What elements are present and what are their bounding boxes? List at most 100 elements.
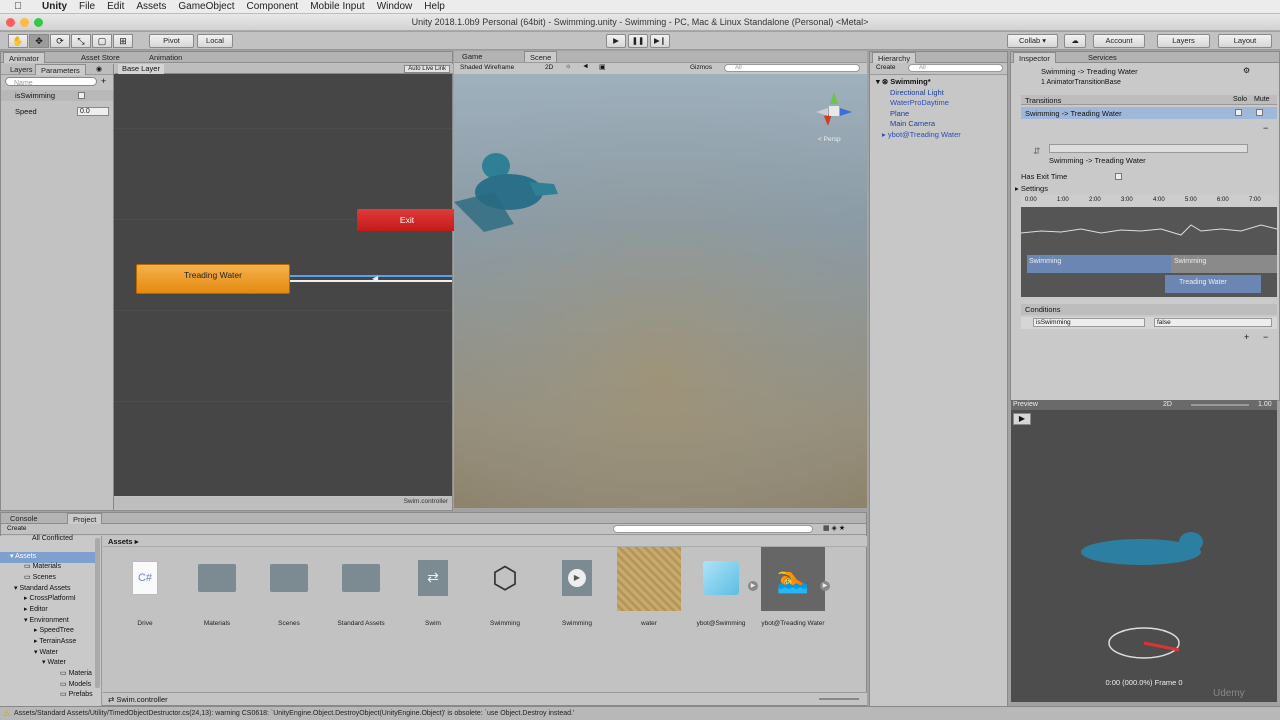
scene-view[interactable]: < Persp: [454, 74, 867, 508]
menu-assets[interactable]: Assets: [130, 1, 172, 12]
tab-scene[interactable]: Scene: [524, 51, 558, 62]
zoom-window-icon[interactable]: [34, 18, 43, 27]
asset-water-texture[interactable]: water: [616, 547, 682, 627]
settings-gear-icon[interactable]: ⚙: [1243, 66, 1250, 75]
remove-condition-button[interactable]: −: [1263, 332, 1268, 342]
subtab-layers[interactable]: Layers: [5, 64, 38, 75]
tab-console[interactable]: Console: [5, 513, 43, 524]
pause-button[interactable]: ❚❚: [628, 34, 648, 48]
tree-speedtree[interactable]: ▸ SpeedTree: [34, 626, 74, 637]
remove-transition-button[interactable]: −: [1263, 123, 1268, 133]
hierarchy-item-waterprodaytime[interactable]: WaterProDaytime: [870, 97, 949, 108]
move-tool-icon[interactable]: ✥: [29, 34, 49, 48]
gizmos-dropdown[interactable]: Gizmos: [690, 64, 712, 71]
parameter-search-input[interactable]: Name: [5, 77, 97, 87]
treading-water-clip-bar[interactable]: Treading Water: [1165, 275, 1261, 293]
asset-ybot-swimming[interactable]: ybot@Swimming: [688, 553, 754, 627]
apple-icon[interactable]: : [0, 1, 36, 12]
transition-list-row[interactable]: Swimming -> Treading Water: [1021, 107, 1277, 119]
menu-help[interactable]: Help: [418, 1, 451, 12]
base-layer-breadcrumb[interactable]: Base Layer: [118, 64, 164, 74]
minimize-window-icon[interactable]: [20, 18, 29, 27]
tab-game[interactable]: Game: [457, 51, 487, 62]
animator-graph-canvas[interactable]: Exit Treading Water ◀: [114, 74, 457, 496]
tab-animator[interactable]: Animator: [3, 52, 46, 63]
tree-water[interactable]: ▾ Water: [34, 648, 58, 659]
condition-value-dropdown[interactable]: false: [1154, 318, 1272, 327]
asset-swimming-clip[interactable]: ▶ Swimming: [544, 553, 610, 627]
subtab-parameters[interactable]: Parameters: [35, 64, 86, 75]
tree-standard-assets[interactable]: ▾ Standard Assets: [14, 584, 70, 595]
menu-gameobject[interactable]: GameObject: [172, 1, 240, 12]
add-condition-button[interactable]: +: [1244, 332, 1249, 342]
tree-editor[interactable]: ▸ Editor: [24, 605, 48, 616]
rotate-tool-icon[interactable]: ⟳: [50, 34, 70, 48]
asset-materials-folder[interactable]: Materials: [184, 553, 250, 627]
tree-water-prefabs[interactable]: ▭ Prefabs: [60, 690, 93, 701]
transform-tool-icon[interactable]: ⊞: [113, 34, 133, 48]
treading-water-state-node[interactable]: Treading Water: [136, 264, 290, 294]
eye-icon[interactable]: ◉: [96, 65, 102, 73]
preview-speed-slider[interactable]: [1191, 404, 1249, 406]
expand-asset-icon[interactable]: ▶: [748, 581, 758, 591]
transition-arrow[interactable]: [290, 280, 452, 282]
console-status-bar[interactable]: ⚠ Assets/Standard Assets/Utility/TimedOb…: [0, 706, 1280, 720]
hand-tool-icon[interactable]: ✋: [8, 34, 28, 48]
transition-arrow-selected[interactable]: [290, 275, 452, 277]
project-search-input[interactable]: [613, 525, 813, 533]
asset-scenes-folder[interactable]: Scenes: [256, 553, 322, 627]
cloud-icon[interactable]: ☁: [1064, 34, 1086, 48]
asset-standard-assets-folder[interactable]: Standard Assets: [328, 553, 394, 627]
pivot-button[interactable]: Pivot: [149, 34, 194, 48]
menu-file[interactable]: File: [73, 1, 101, 12]
scene-root-swimming[interactable]: ▾ ⊗ Swimming*: [870, 76, 1007, 87]
account-dropdown[interactable]: Account: [1093, 34, 1145, 48]
condition-parameter-dropdown[interactable]: isSwimming: [1033, 318, 1145, 327]
tree-crossplatform[interactable]: ▸ CrossPlatformI: [24, 594, 76, 605]
step-button[interactable]: ▶❙: [650, 34, 670, 48]
scale-tool-icon[interactable]: ⤡: [71, 34, 91, 48]
scene-orientation-gizmo[interactable]: [814, 90, 854, 130]
param-row-isswimming[interactable]: isSwimming: [1, 90, 113, 101]
add-parameter-button[interactable]: +: [101, 76, 106, 86]
param-row-speed[interactable]: Speed 0.0: [1, 106, 113, 117]
effects-icon[interactable]: ▣: [599, 63, 606, 71]
preview-2d-toggle[interactable]: 2D: [1163, 401, 1172, 408]
hierarchy-search-input[interactable]: All: [908, 64, 1003, 72]
speed-value-field[interactable]: 0.0: [77, 107, 109, 116]
tree-materials[interactable]: ▭ Materials: [24, 562, 61, 573]
tree-environment[interactable]: ▾ Environment: [24, 616, 69, 627]
tree-water-materials[interactable]: ▭ Materia: [60, 669, 92, 680]
local-button[interactable]: Local: [197, 34, 233, 48]
shading-mode-dropdown[interactable]: Shaded Wireframe: [460, 64, 514, 71]
tab-project[interactable]: Project: [67, 513, 103, 524]
layers-dropdown[interactable]: Layers: [1157, 34, 1210, 48]
lighting-icon[interactable]: ☼: [565, 63, 571, 70]
menu-component[interactable]: Component: [241, 1, 305, 12]
swimming-clip-bar-2[interactable]: Swimming: [1171, 255, 1277, 273]
close-window-icon[interactable]: [6, 18, 15, 27]
hierarchy-item-main-camera[interactable]: Main Camera: [870, 118, 935, 129]
hierarchy-create-dropdown[interactable]: Create: [876, 64, 896, 71]
hierarchy-item-ybot-treading-water[interactable]: ▸ ybot@Treading Water: [870, 129, 961, 140]
tab-animation[interactable]: Animation: [144, 52, 187, 63]
swimming-clip-bar[interactable]: Swimming: [1027, 255, 1171, 273]
breadcrumb-assets[interactable]: Assets ▸: [108, 537, 138, 546]
settings-foldout[interactable]: ▸ Settings: [1015, 184, 1048, 193]
project-create-dropdown[interactable]: Create: [7, 525, 27, 532]
asset-ybot-treading-water[interactable]: 🏊 ybot@Treading Water: [760, 547, 826, 627]
audio-icon[interactable]: ◄: [582, 63, 589, 70]
search-filter-icon[interactable]: ▦ ◈ ★: [823, 524, 845, 532]
tree-all-conflicted[interactable]: All Conflicted: [32, 534, 73, 545]
exit-state-node[interactable]: Exit: [357, 209, 457, 231]
menu-window[interactable]: Window: [371, 1, 419, 12]
asset-swim-controller[interactable]: ⇄ Swim: [400, 553, 466, 627]
mute-checkbox[interactable]: [1256, 109, 1263, 116]
isswimming-checkbox[interactable]: [78, 92, 85, 99]
tab-hierarchy[interactable]: Hierarchy: [872, 52, 917, 63]
expand-asset-icon[interactable]: ▶: [820, 581, 830, 591]
icon-size-slider[interactable]: [819, 698, 859, 700]
menu-edit[interactable]: Edit: [101, 1, 130, 12]
menu-mobile-input[interactable]: Mobile Input: [304, 1, 370, 12]
transition-name-field[interactable]: [1049, 144, 1248, 153]
